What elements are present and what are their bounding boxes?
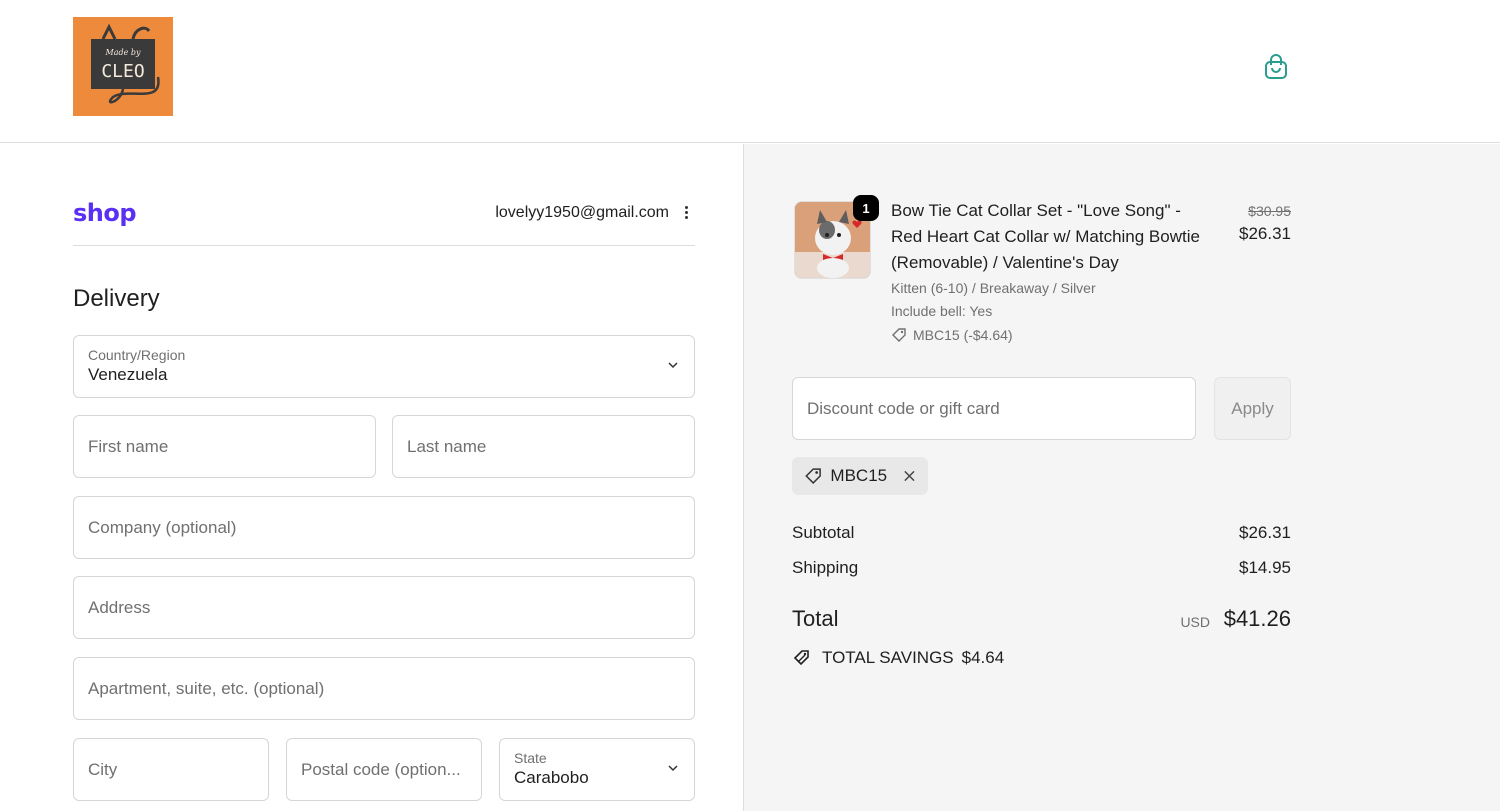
state-select[interactable]: State Carabobo: [499, 738, 695, 801]
divider: [73, 245, 695, 246]
product-option: Include bell: Yes: [891, 303, 993, 319]
state-label: State: [514, 750, 547, 766]
line-discount-text: MBC15 (-$4.64): [913, 327, 1013, 343]
delivery-heading: Delivery: [73, 285, 160, 312]
total-value: $41.26: [1223, 606, 1291, 631]
double-tag-icon: [793, 650, 809, 666]
first-name-placeholder: First name: [88, 436, 169, 456]
applied-code-text: MBC15: [830, 466, 888, 485]
state-value: Carabobo: [514, 768, 589, 787]
original-price: $30.95: [1248, 203, 1291, 219]
svg-text:Made by: Made by: [105, 48, 141, 57]
tag-icon: [805, 468, 821, 484]
total-savings: TOTAL SAVINGS $4.64: [792, 647, 1004, 669]
country-label: Country/Region: [88, 347, 186, 363]
last-name-field[interactable]: Last name: [392, 415, 695, 478]
subtotal-value: $26.31: [1239, 523, 1291, 542]
discount-code-input[interactable]: Discount code or gift card: [792, 377, 1196, 440]
shipping-row: Shipping $14.95: [792, 558, 1291, 578]
company-placeholder: Company (optional): [88, 517, 237, 537]
shipping-value: $14.95: [1239, 558, 1291, 577]
address-placeholder: Address: [88, 597, 151, 617]
chevron-down-icon: [668, 764, 678, 771]
shop-pay-logo: shop: [73, 199, 137, 227]
shipping-label: Shipping: [792, 558, 859, 577]
chevron-down-icon: [668, 361, 678, 368]
checkout-form-panel: shop lovelyy1950@gmail.com Delivery Coun…: [0, 144, 743, 811]
city-placeholder: City: [88, 759, 118, 779]
shopping-bag-icon[interactable]: [1262, 53, 1290, 81]
subtotal-row: Subtotal $26.31: [792, 523, 1291, 543]
city-field[interactable]: City: [73, 738, 269, 801]
country-value: Venezuela: [88, 365, 168, 384]
postal-code-field[interactable]: Postal code (option...: [286, 738, 482, 801]
applied-discount-chip: MBC15: [792, 457, 928, 495]
product-title: Bow Tie Cat Collar Set - "Love Song" - R…: [891, 201, 1200, 272]
product-variant: Kitten (6-10) / Breakaway / Silver: [891, 280, 1096, 296]
line-discount: MBC15 (-$4.64): [891, 327, 1013, 343]
company-field[interactable]: Company (optional): [73, 496, 695, 559]
postal-code-placeholder: Postal code (option...: [301, 759, 461, 779]
site-header: Made by CLEO: [0, 0, 1500, 143]
savings-label: TOTAL SAVINGS: [822, 648, 954, 667]
total-currency: USD: [1180, 614, 1210, 630]
apartment-placeholder: Apartment, suite, etc. (optional): [88, 678, 325, 698]
remove-code-icon[interactable]: [903, 469, 916, 483]
total-label: Total: [792, 606, 839, 631]
savings-value: $4.64: [961, 648, 1005, 667]
first-name-field[interactable]: First name: [73, 415, 376, 478]
quantity-badge: 1: [853, 195, 879, 221]
subtotal-label: Subtotal: [792, 523, 855, 542]
store-logo[interactable]: Made by CLEO: [73, 17, 173, 116]
cat-logo-icon: Made by CLEO: [91, 23, 160, 104]
account-email: lovelyy1950@gmail.com: [495, 204, 669, 221]
apartment-field[interactable]: Apartment, suite, etc. (optional): [73, 657, 695, 720]
more-options-icon[interactable]: [680, 204, 692, 224]
apply-button[interactable]: Apply: [1214, 377, 1291, 440]
tag-icon: [892, 328, 906, 342]
item-price: $26.31: [1239, 224, 1291, 243]
address-field[interactable]: Address: [73, 576, 695, 639]
discount-code-placeholder: Discount code or gift card: [807, 398, 1000, 418]
country-select[interactable]: Country/Region Venezuela: [73, 335, 695, 398]
svg-text:CLEO: CLEO: [101, 61, 144, 82]
last-name-placeholder: Last name: [407, 436, 487, 456]
order-summary-panel: 1 Bow Tie Cat Collar Set - "Love Song" -…: [743, 144, 1500, 811]
